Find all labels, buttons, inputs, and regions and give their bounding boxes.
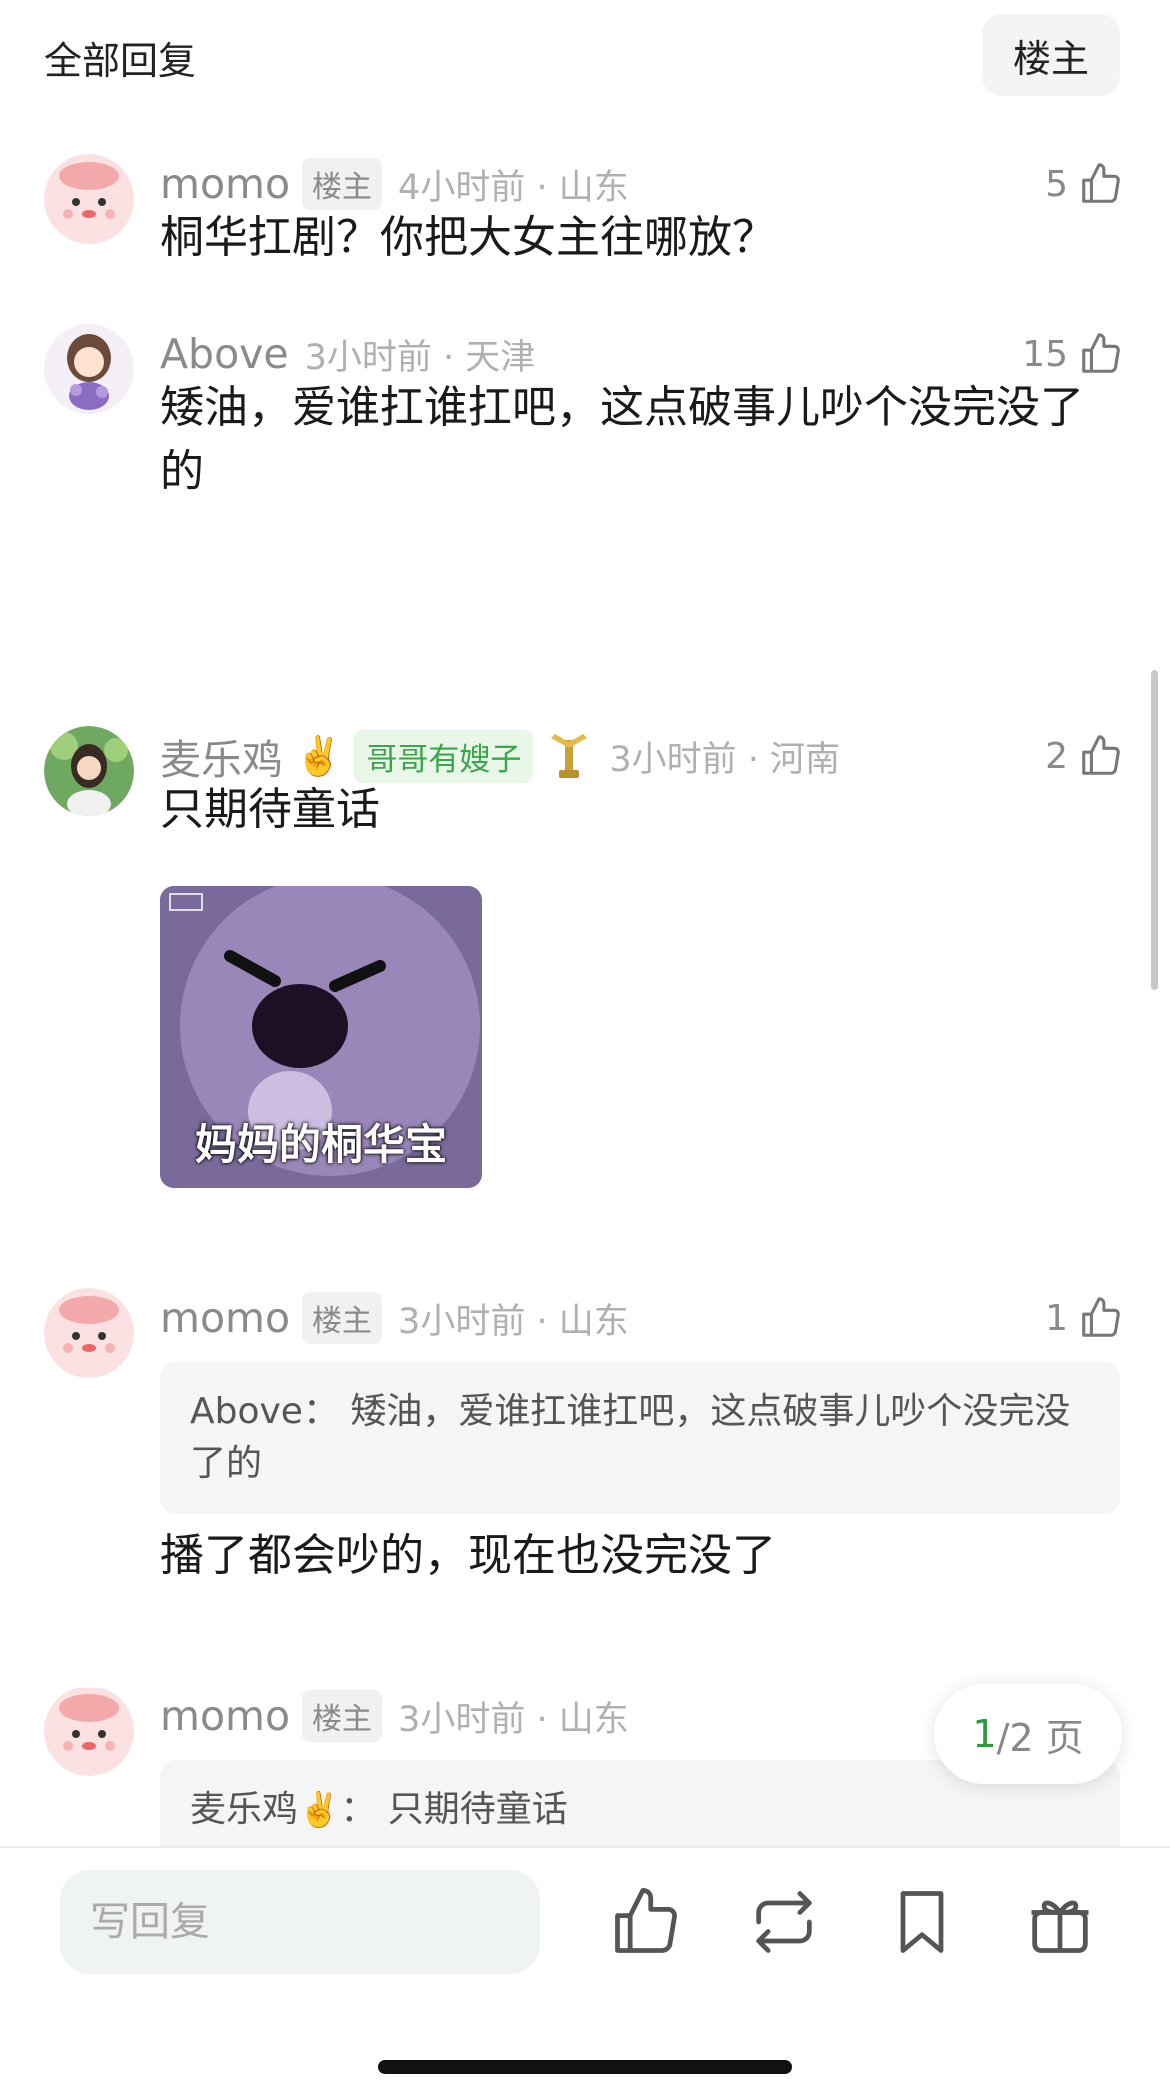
header: 全部回复 楼主 <box>0 0 1170 120</box>
user-name[interactable]: momo <box>160 160 290 208</box>
fan-badge[interactable]: 哥哥有嫂子 <box>354 729 534 783</box>
comment-meta: momo 楼主 4小时前 · 山东 <box>160 154 629 214</box>
quote-user-name: 麦乐鸡 <box>190 1789 299 1830</box>
repost-icon[interactable] <box>746 1884 822 1960</box>
comment-item: momo 楼主 3小时前 · 山东 1 Above： 矮油，爱谁扛谁扛吧，这点破… <box>0 1288 1170 1592</box>
comment-item: 麦乐鸡 ✌️ 哥哥有嫂子 3小时前 · 河南 2 只期待童话 妈妈的桐华宝 <box>0 726 1170 1190</box>
op-tag: 楼主 <box>302 1690 383 1742</box>
like-icon[interactable] <box>608 1884 684 1960</box>
op-tag: 楼主 <box>302 1292 383 1344</box>
comment-text: 桐华扛剧？你把大女主往哪放？ <box>160 212 776 263</box>
like-count: 2 <box>1045 735 1068 777</box>
like-button[interactable]: 2 <box>1045 726 1124 786</box>
only-op-button[interactable]: 楼主 <box>982 14 1120 96</box>
comment-text: 只期待童话 <box>160 784 380 835</box>
thumbs-up-icon <box>1082 163 1120 203</box>
comment-text: 矮油，爱谁扛谁扛吧，这点破事儿吵个没完没了的 <box>160 382 1084 497</box>
op-tag: 楼主 <box>302 158 383 210</box>
like-button[interactable]: 1 <box>1045 1288 1124 1348</box>
time-location: 3小时前 · 河南 <box>609 739 840 780</box>
comment-meta: momo 楼主 3小时前 · 山东 <box>160 1288 629 1348</box>
user-name[interactable]: 麦乐鸡 <box>160 726 283 786</box>
user-name[interactable]: momo <box>160 1692 290 1740</box>
thumbs-up-icon <box>1082 333 1120 373</box>
home-indicator[interactable] <box>378 2060 792 2074</box>
total-pages: /2 页 <box>996 1715 1084 1760</box>
user-name[interactable]: Above <box>160 330 289 378</box>
reply-input[interactable] <box>60 1870 540 1974</box>
avatar[interactable] <box>44 154 134 244</box>
thumbs-up-icon <box>1082 1297 1120 1337</box>
avatar[interactable] <box>44 1288 134 1378</box>
page-title: 全部回复 <box>44 39 197 83</box>
victory-hand-icon: ✌️ <box>295 733 343 778</box>
sticker-caption: 妈妈的桐华宝 <box>194 1120 447 1169</box>
sticker-image[interactable]: 妈妈的桐华宝 <box>160 886 482 1188</box>
comment-item: Above 3小时前 · 天津 15 矮油，爱谁扛谁扛吧，这点破事儿吵个没完没了… <box>0 324 1170 510</box>
scrollbar[interactable] <box>1151 670 1158 990</box>
like-count: 5 <box>1045 163 1068 205</box>
comment-meta: 麦乐鸡 ✌️ 哥哥有嫂子 3小时前 · 河南 <box>160 726 840 786</box>
time-location: 3小时前 · 山东 <box>398 1699 629 1740</box>
like-count: 15 <box>1022 333 1068 375</box>
trophy-icon <box>551 734 588 778</box>
time-location: 3小时前 · 天津 <box>304 337 536 378</box>
avatar[interactable] <box>44 1688 134 1776</box>
comment-meta: Above 3小时前 · 天津 <box>160 324 535 384</box>
avatar[interactable] <box>44 324 134 414</box>
time-location: 3小时前 · 山东 <box>398 1301 629 1342</box>
bookmark-icon[interactable] <box>884 1884 960 1960</box>
current-page: 1 <box>972 1712 997 1756</box>
avatar[interactable] <box>44 726 134 816</box>
gift-icon[interactable] <box>1022 1884 1098 1960</box>
comment-meta: momo 楼主 3小时前 · 山东 <box>160 1688 629 1746</box>
like-button[interactable]: 15 <box>1022 324 1124 384</box>
like-count: 1 <box>1045 1297 1068 1339</box>
comment-text: 播了都会吵的，现在也没完没了 <box>160 1530 776 1581</box>
quoted-reply[interactable]: Above： 矮油，爱谁扛谁扛吧，这点破事儿吵个没完没了的 <box>160 1362 1120 1514</box>
bottom-action-bar <box>0 1846 1170 2096</box>
like-button[interactable]: 5 <box>1045 154 1124 214</box>
page-indicator[interactable]: 1/2 页 <box>934 1684 1122 1784</box>
quote-text: ： 只期待童话 <box>340 1789 568 1830</box>
thumbs-up-icon <box>1082 735 1120 775</box>
victory-hand-icon: ✌️ <box>298 1790 341 1830</box>
user-name[interactable]: momo <box>160 1294 290 1342</box>
time-location: 4小时前 · 山东 <box>398 167 629 208</box>
comment-item: momo 楼主 4小时前 · 山东 5 桐华扛剧？你把大女主往哪放？ <box>0 154 1170 270</box>
